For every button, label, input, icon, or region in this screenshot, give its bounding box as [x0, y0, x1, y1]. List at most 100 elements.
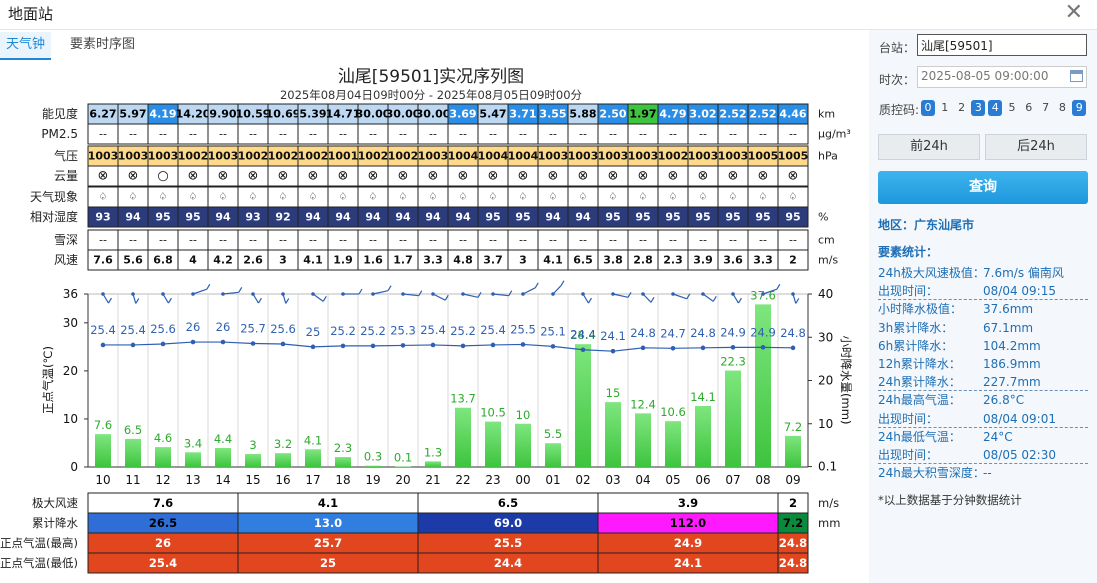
stat-value: 7.6m/s 偏南风: [983, 266, 1064, 280]
summary-value: 24.8: [779, 556, 807, 570]
weather-symbol-icon: ♤: [519, 192, 528, 203]
cloud-cover-icon: ⊗: [368, 169, 379, 184]
stat-row: 出现时间： 08/05 02:30: [878, 446, 1088, 464]
x-tick-label: 03: [605, 473, 620, 487]
summary-value: 24.9: [674, 536, 702, 550]
clock-value: 95: [485, 211, 500, 224]
clock-value: 93: [95, 211, 110, 224]
qc-code-1[interactable]: 1: [938, 100, 952, 116]
summary-value: 69.0: [494, 516, 522, 530]
summary-unit: mm: [818, 516, 840, 530]
temperature-value-label: 25.3: [390, 323, 416, 337]
qc-code-8[interactable]: 8: [1055, 100, 1069, 116]
qc-code-4[interactable]: 4: [988, 100, 1003, 116]
summary-value: 26.5: [149, 516, 177, 530]
clock-value: 3.02: [689, 108, 716, 121]
clock-value: 2: [789, 254, 797, 267]
clock-value: --: [219, 234, 227, 247]
temperature-point: [100, 342, 106, 348]
summary-value: 7.6: [153, 496, 173, 510]
clock-value: --: [159, 234, 167, 247]
stat-key: 出现时间：: [878, 448, 939, 462]
qc-code-9[interactable]: 9: [1072, 100, 1087, 116]
temperature-point: [130, 342, 136, 348]
cloud-cover-icon: ⊗: [458, 169, 469, 184]
qc-code-2[interactable]: 2: [955, 100, 969, 116]
next-24h-button[interactable]: 后24h: [985, 134, 1087, 160]
qc-code-6[interactable]: 6: [1022, 100, 1036, 116]
time-input[interactable]: 2025-08-05 09:00:00: [917, 66, 1087, 88]
stat-key: 出现时间：: [878, 411, 939, 426]
weather-symbol-icon: ♤: [429, 192, 438, 203]
stat-key: 24h累计降水：: [878, 375, 961, 390]
rain-bar: [395, 466, 411, 468]
rain-bar: [125, 438, 141, 467]
qc-code-7[interactable]: 7: [1039, 100, 1053, 116]
cloud-cover-icon: ⊗: [758, 169, 769, 184]
clock-value: 94: [365, 211, 381, 224]
clock-value: 94: [575, 211, 591, 224]
tab-element-timeseries[interactable]: 要素时序图: [64, 32, 141, 60]
y-tick-label: 36: [63, 287, 78, 301]
wind-barb-icon: [776, 283, 781, 290]
x-tick-label: 07: [725, 473, 740, 487]
cloud-cover-icon: ⊗: [698, 169, 709, 184]
qc-code-3[interactable]: 3: [971, 100, 986, 116]
qc-code-5[interactable]: 5: [1005, 100, 1019, 116]
clock-value: 1003: [568, 150, 599, 163]
clock-value: --: [759, 234, 767, 247]
window-title: 地面站: [8, 5, 54, 23]
clock-value: 4.2: [213, 254, 233, 267]
station-input[interactable]: 汕尾[59501]: [917, 34, 1087, 56]
summary-label: 累计降水: [32, 516, 78, 530]
y-tick-label: 10: [63, 412, 78, 426]
row-label: 能见度: [42, 106, 78, 121]
weather-symbol-icon: ♤: [489, 192, 498, 203]
weather-symbol-icon: ♤: [549, 192, 558, 203]
rain-value-label: 0.3: [364, 450, 382, 464]
wind-barb-icon: [560, 280, 565, 286]
clock-value: 94: [425, 211, 441, 224]
weather-symbol-icon: ♤: [159, 192, 168, 203]
clock-value: --: [129, 128, 137, 141]
clock-value: --: [729, 234, 737, 247]
prev-24h-button[interactable]: 前24h: [878, 134, 980, 160]
x-tick-label: 05: [665, 473, 680, 487]
close-icon[interactable]: ✕: [1065, 1, 1083, 25]
stat-row: 24h最大积雪深度： --: [878, 464, 1088, 482]
clock-value: --: [429, 128, 437, 141]
x-tick-label: 19: [365, 473, 380, 487]
row-label: PM2.5: [41, 127, 78, 141]
qc-code-0[interactable]: 0: [921, 100, 935, 116]
stat-value: --: [983, 466, 992, 481]
calendar-icon[interactable]: [1070, 70, 1083, 82]
clock-value: 2.3: [663, 254, 683, 267]
clock-value: 1002: [658, 150, 689, 163]
clock-value: 1003: [148, 150, 179, 163]
y-axis-label: 正点气温(℃): [41, 346, 55, 414]
summary-value: 112.0: [670, 516, 706, 530]
x-tick-label: 11: [125, 473, 140, 487]
clock-value: 1004: [478, 150, 509, 163]
clock-value: --: [249, 234, 257, 247]
x-tick-label: 22: [455, 473, 470, 487]
clock-value: 1003: [628, 150, 659, 163]
temperature-point: [580, 347, 586, 353]
temperature-value-label: 25.2: [330, 324, 356, 338]
clock-value: --: [579, 234, 587, 247]
cloud-cover-icon: ⊗: [728, 169, 739, 184]
rain-bar: [215, 447, 231, 467]
x-tick-label: 02: [575, 473, 590, 487]
temperature-value-label: 25.4: [420, 323, 446, 337]
temperature-point: [250, 341, 256, 346]
clock-value: 1004: [508, 150, 539, 163]
query-button[interactable]: 查询: [878, 171, 1088, 204]
rain-bar: [275, 453, 291, 467]
rain-value-label: 13.7: [450, 392, 476, 406]
rain-value-label: 4.4: [214, 432, 232, 446]
clock-value: --: [489, 128, 497, 141]
tab-weather-clock[interactable]: 天气钟: [0, 32, 52, 60]
clock-value: 3.6: [723, 254, 743, 267]
rain-value-label: 10: [516, 408, 531, 422]
row-unit: hPa: [818, 150, 838, 163]
